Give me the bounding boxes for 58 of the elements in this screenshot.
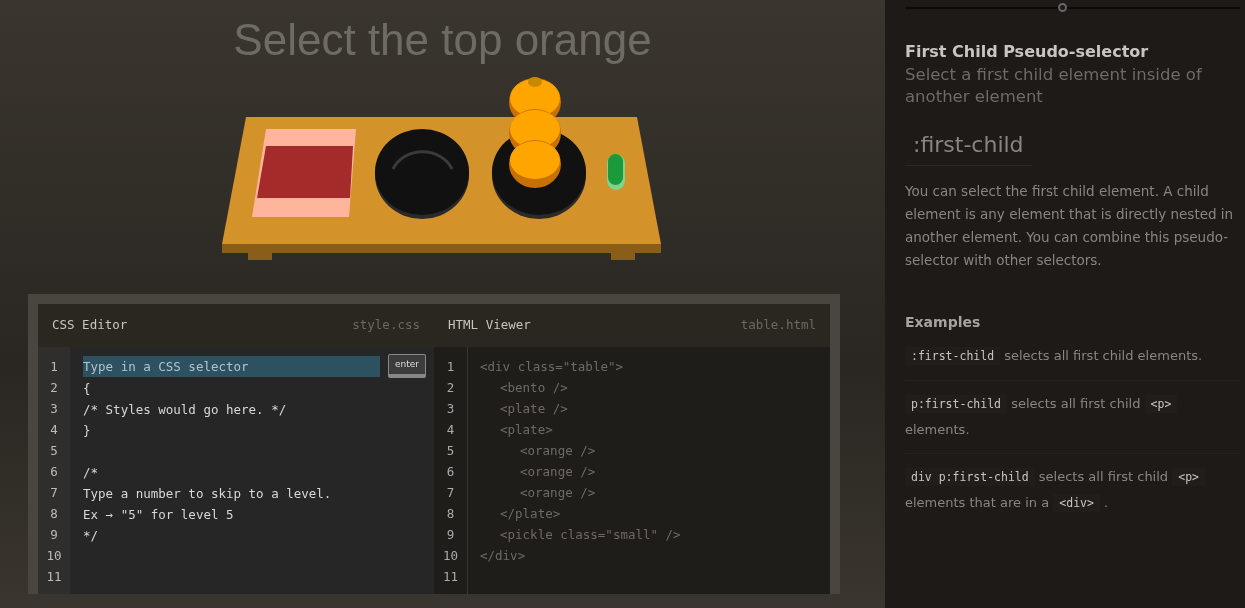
line-number: 5 — [49, 442, 59, 460]
markup-line: <plate> — [499, 421, 553, 439]
example-text: selects all first child — [1038, 469, 1169, 484]
selector-subtitle: Select a first child element inside of another element — [905, 64, 1203, 108]
example-text: selects all first child — [1011, 396, 1141, 411]
markup-line: <orange /> — [519, 484, 596, 502]
markup-line: <pickle class="small" /> — [499, 526, 681, 544]
markup-line: <orange /> — [519, 463, 596, 481]
example-text: elements. — [905, 422, 970, 437]
line-number: 7 — [445, 484, 456, 502]
code-line: */ — [83, 527, 100, 545]
markup-line: <bento /> — [499, 379, 568, 397]
line-number: 11 — [441, 568, 460, 586]
line-number: 10 — [441, 547, 460, 565]
example-text: selects all first child elements. — [1004, 348, 1203, 363]
file-name: table.html — [740, 316, 816, 335]
viewer-title: HTML Viewer — [448, 316, 531, 335]
selector-description: You can select the first child element. A child element is any element that is directly nested in another element. You can combine this pseudo-selector with other selectors. — [905, 182, 1235, 270]
enter-button[interactable]: enter — [388, 354, 426, 378]
line-number: 2 — [445, 379, 456, 397]
code-line: Ex → "5" for level 5 — [83, 506, 235, 524]
markup-line: </plate> — [499, 505, 561, 523]
line-number: 8 — [49, 505, 59, 523]
line-number: 1 — [445, 358, 456, 376]
code-line: { — [83, 380, 92, 398]
line-number: 10 — [45, 547, 63, 565]
line-number: 6 — [49, 463, 59, 481]
selector-input-field[interactable]: Type in a CSS selector — [83, 356, 380, 377]
line-number: 7 — [49, 484, 59, 502]
line-number: 6 — [445, 463, 456, 481]
code-line: /* Styles would go here. */ — [83, 401, 288, 419]
code-line: /* — [83, 464, 100, 482]
progress-handle[interactable] — [1058, 3, 1068, 12]
line-number: 5 — [445, 442, 456, 460]
level-instruction: Select the top orange — [232, 14, 653, 66]
markup-line: <orange /> — [519, 442, 596, 460]
line-number: 4 — [445, 421, 456, 439]
code-line: } — [83, 422, 92, 440]
markup-line: <div class="table"> — [480, 358, 623, 376]
line-number: 2 — [49, 379, 59, 397]
selector-title: First Child Pseudo-selector — [905, 41, 1150, 63]
markup-line: <plate /> — [499, 400, 568, 418]
markup-line: </div> — [480, 547, 526, 565]
editor-title: CSS Editor — [52, 316, 128, 335]
example-text: elements that are in a — [905, 495, 1050, 510]
line-number: 1 — [49, 358, 59, 376]
examples-heading: Examples — [905, 313, 982, 332]
file-name: style.css — [352, 316, 420, 335]
code-line: Type a number to skip to a level. — [83, 485, 333, 503]
selector-syntax: :first-child — [905, 128, 1032, 166]
line-number: 9 — [49, 526, 59, 544]
example-text: . — [1104, 495, 1109, 510]
line-number: 11 — [45, 568, 63, 586]
line-number: 3 — [49, 400, 59, 418]
line-number: 4 — [49, 421, 59, 439]
line-number: 9 — [445, 526, 456, 544]
line-number: 8 — [445, 505, 456, 523]
line-number: 3 — [445, 400, 456, 418]
